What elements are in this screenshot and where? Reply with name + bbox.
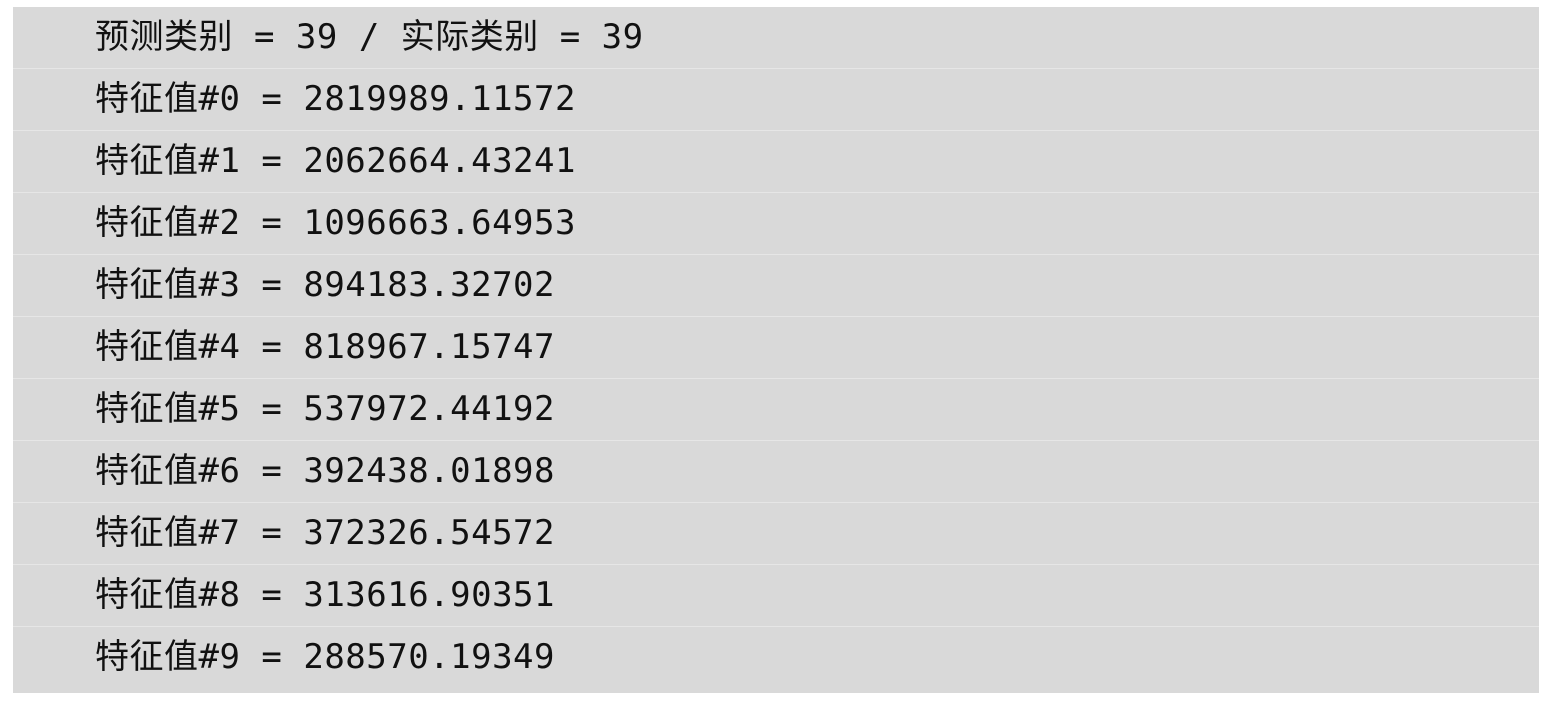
eigenvalue-line-8: 特征值#8 = 313616.90351: [13, 565, 1539, 627]
eigenvalue-text-4: 特征值#4 = 818967.15747: [95, 327, 555, 367]
eigenvalue-line-9: 特征值#9 = 288570.19349: [13, 627, 1539, 689]
eigenvalue-text-9: 特征值#9 = 288570.19349: [95, 637, 555, 677]
eigenvalue-line-2: 特征值#2 = 1096663.64953: [13, 193, 1539, 255]
eigenvalue-line-0: 特征值#0 = 2819989.11572: [13, 69, 1539, 131]
eigenvalue-text-7: 特征值#7 = 372326.54572: [95, 513, 555, 553]
eigenvalue-text-8: 特征值#8 = 313616.90351: [95, 575, 555, 615]
console-output-panel: 预测类别 = 39 / 实际类别 = 39 特征值#0 = 2819989.11…: [13, 7, 1539, 693]
eigenvalue-line-6: 特征值#6 = 392438.01898: [13, 441, 1539, 503]
eigenvalue-text-0: 特征值#0 = 2819989.11572: [95, 79, 576, 119]
eigenvalue-line-5: 特征值#5 = 537972.44192: [13, 379, 1539, 441]
eigenvalue-text-5: 特征值#5 = 537972.44192: [95, 389, 555, 429]
eigenvalue-line-1: 特征值#1 = 2062664.43241: [13, 131, 1539, 193]
eigenvalue-line-4: 特征值#4 = 818967.15747: [13, 317, 1539, 379]
eigenvalue-line-7: 特征值#7 = 372326.54572: [13, 503, 1539, 565]
eigenvalue-text-3: 特征值#3 = 894183.32702: [95, 265, 555, 305]
eigenvalue-text-1: 特征值#1 = 2062664.43241: [95, 141, 576, 181]
prediction-line: 预测类别 = 39 / 实际类别 = 39: [13, 7, 1539, 69]
prediction-text: 预测类别 = 39 / 实际类别 = 39: [95, 17, 644, 57]
eigenvalue-text-6: 特征值#6 = 392438.01898: [95, 451, 555, 491]
eigenvalue-text-2: 特征值#2 = 1096663.64953: [95, 203, 576, 243]
eigenvalue-line-3: 特征值#3 = 894183.32702: [13, 255, 1539, 317]
